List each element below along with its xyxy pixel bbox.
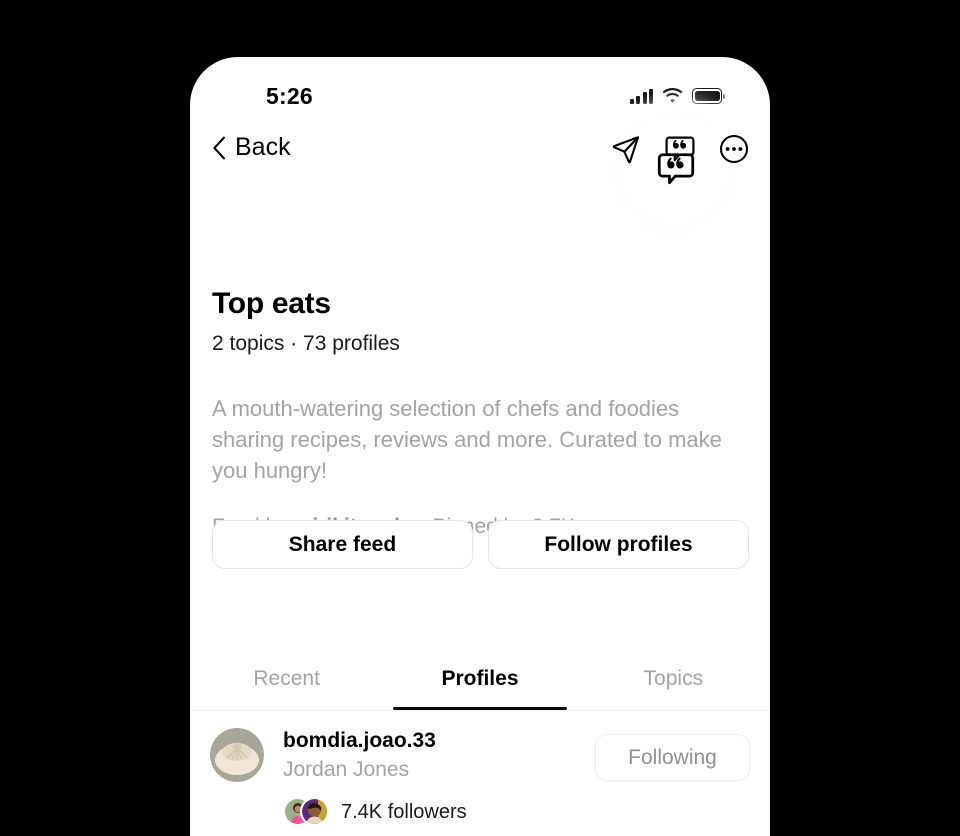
table-row[interactable]: bomdia.joao.33 Jordan Jones 7.4K followe… (190, 711, 770, 836)
profile-fullname: Jordan Jones (283, 758, 410, 782)
feed-description: A mouth-watering selection of chefs and … (212, 396, 722, 483)
chevron-left-icon (212, 136, 226, 160)
follower-avatar-stack (283, 797, 329, 827)
status-bar-icons (629, 86, 726, 106)
follower-avatar-2 (300, 797, 329, 827)
action-button-row: Share feed Follow profiles (212, 520, 749, 569)
tab-recent[interactable]: Recent (190, 648, 383, 710)
status-bar: 5:26 (190, 57, 770, 119)
status-time: 5:26 (266, 83, 313, 109)
profile-info: bomdia.joao.33 Jordan Jones 7.4K followe… (283, 728, 583, 827)
battery-icon (692, 88, 726, 104)
screenshot-stage: 5:26 Back Top eats 2 topics · 73 profile… (0, 0, 960, 836)
quote-bubble-button-highlighted[interactable] (655, 148, 697, 190)
profile-followers: 7.4K followers (283, 797, 583, 827)
follower-count-label: 7.4K followers (341, 800, 467, 823)
page-title: Top eats (212, 287, 331, 320)
feed-meta: 2 topics · 73 profiles (212, 332, 400, 355)
profile-username-text: bomdia.joao.33 (283, 729, 436, 752)
tab-profiles[interactable]: Profiles (383, 648, 576, 710)
profile-list: bomdia.joao.33 Jordan Jones 7.4K followe… (190, 711, 770, 836)
back-label: Back (235, 133, 291, 161)
following-button[interactable]: Following (595, 734, 750, 781)
share-paper-plane-icon[interactable] (610, 133, 642, 165)
back-button[interactable]: Back (212, 135, 291, 160)
follow-profiles-button[interactable]: Follow profiles (488, 520, 749, 569)
cellular-signal-icon (629, 88, 653, 104)
feed-avatar-cluster (650, 271, 755, 371)
tab-topics[interactable]: Topics (577, 648, 770, 710)
profile-username[interactable]: bomdia.joao.33 (283, 729, 583, 753)
tab-bar: Recent Profiles Topics (190, 648, 770, 710)
share-feed-button[interactable]: Share feed (212, 520, 473, 569)
avatar[interactable] (210, 728, 264, 782)
wifi-icon (662, 88, 683, 104)
more-options-icon[interactable] (718, 133, 750, 165)
